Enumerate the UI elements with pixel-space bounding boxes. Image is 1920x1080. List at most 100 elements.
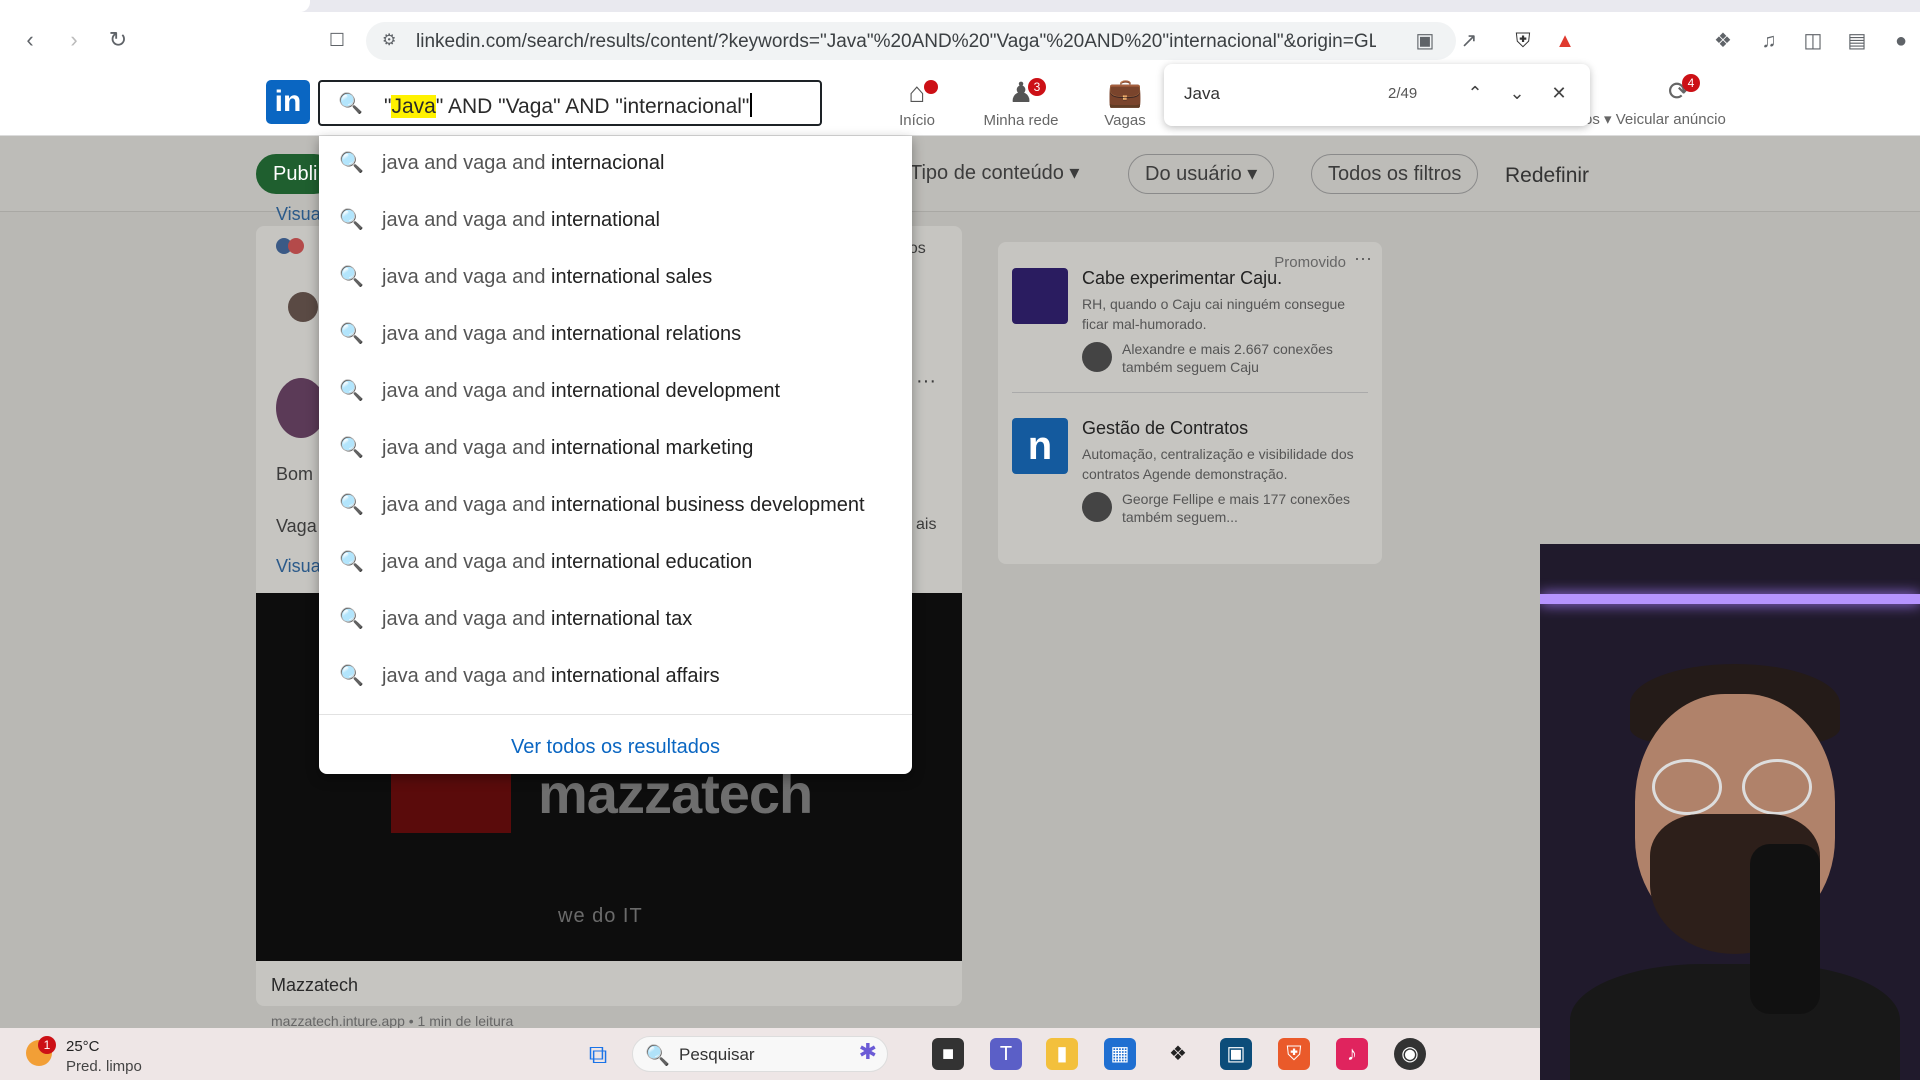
suggestion-item[interactable]: 🔍 java and vaga and international educati…: [319, 535, 912, 592]
obs-icon[interactable]: ◉: [1394, 1038, 1426, 1070]
suggestion-item[interactable]: 🔍 java and vaga and international tax: [319, 592, 912, 649]
suggestion-completion: international relations: [551, 323, 742, 345]
back-icon[interactable]: ‹: [16, 26, 44, 54]
search-icon: 🔍: [645, 1045, 670, 1067]
caret-down-icon: ▾: [1604, 111, 1612, 128]
copilot-icon: ✱: [858, 1039, 877, 1064]
nav-network[interactable]: ♟ Minha rede 3: [976, 76, 1066, 129]
suggestion-item[interactable]: 🔍 java and vaga and international busines…: [319, 478, 912, 535]
file-explorer-icon[interactable]: ▮: [1046, 1038, 1078, 1070]
suggestion-item[interactable]: 🔍 java and vaga and international develop…: [319, 364, 912, 421]
windows-taskbar: 1 25°C Pred. limpo ⧉ 🔍 Pesquisar ✱ ■ T ▮…: [0, 1028, 1540, 1080]
promoted-panel: Promovido ··· Cabe experimentar Caju. RH…: [998, 242, 1382, 564]
post-text-tail: ais: [916, 516, 937, 533]
share-icon[interactable]: ↗: [1456, 28, 1482, 54]
avatar[interactable]: [288, 292, 318, 322]
url-text[interactable]: linkedin.com/search/results/content/?key…: [416, 31, 1376, 53]
promo-ad-contracts[interactable]: n Gestão de Contratos Automação, central…: [1012, 418, 1372, 528]
webcam-body: [1570, 964, 1900, 1080]
search-icon: 🔍: [339, 665, 364, 687]
post-menu-icon[interactable]: ···: [916, 370, 936, 393]
windows-start-icon[interactable]: ⧉: [582, 1038, 614, 1070]
ad-title[interactable]: Cabe experimentar Caju.: [1082, 268, 1282, 289]
teams-icon[interactable]: T: [990, 1038, 1022, 1070]
suggestion-text: java and vaga and international: [382, 209, 660, 232]
suggestion-item[interactable]: 🔍 java and vaga and international affairs: [319, 649, 912, 706]
brave-shield-icon[interactable]: ⛨: [1510, 28, 1536, 54]
suggestion-item[interactable]: 🔍 java and vaga and international: [319, 193, 912, 250]
suggestion-prefix: java and vaga and: [382, 266, 552, 288]
ad-title[interactable]: Gestão de Contratos: [1082, 418, 1248, 439]
see-more-link-2[interactable]: Visua: [276, 556, 321, 577]
vpn-icon[interactable]: ●: [1888, 28, 1914, 54]
article-title[interactable]: Mazzatech: [271, 975, 358, 996]
brave-rewards-icon[interactable]: ▲: [1552, 28, 1578, 54]
home-icon: ⌂: [908, 77, 926, 108]
forward-icon[interactable]: ›: [60, 26, 88, 54]
search-input[interactable]: 🔍 "Java" AND "Vaga" AND "internacional": [318, 80, 822, 126]
see-more-link[interactable]: Visua: [276, 204, 321, 225]
linkedin-logo[interactable]: in: [266, 80, 310, 124]
nav-jobs[interactable]: 💼 Vagas: [1080, 76, 1170, 129]
suggestion-completion: international affairs: [551, 665, 720, 687]
brave-icon[interactable]: ⛨: [1278, 1038, 1310, 1070]
browser-toolbar: ‹ › ↻ ☐ ⚙ linkedin.com/search/results/co…: [0, 0, 1920, 70]
sidebar-icon[interactable]: ◫: [1800, 28, 1826, 54]
webcam-overlay: [1540, 544, 1920, 1080]
promo-ad-caju[interactable]: Cabe experimentar Caju. RH, quando o Caj…: [1012, 268, 1372, 378]
find-count: 2/49: [1388, 85, 1418, 102]
suggestion-item[interactable]: 🔍 java and vaga and international relatio…: [319, 307, 912, 364]
suggestion-prefix: java and vaga and: [382, 209, 552, 231]
zoom-icon[interactable]: ▣: [1412, 28, 1438, 54]
filter-reset[interactable]: Redefinir: [1505, 164, 1589, 188]
search-icon: 🔍: [339, 551, 364, 573]
task-view-icon[interactable]: ■: [932, 1038, 964, 1070]
divider: [319, 714, 912, 715]
suggestion-completion: internacional: [551, 152, 665, 174]
filter-content-type[interactable]: Tipo de conteúdo ▾: [898, 154, 1095, 194]
ads-nav[interactable]: os ▾ Veicular anúncio: [1584, 110, 1726, 128]
search-icon: 🔍: [339, 266, 364, 288]
suggestion-item[interactable]: 🔍 java and vaga and international sales: [319, 250, 912, 307]
search-suggestions: 🔍 java and vaga and internacional 🔍 java a…: [319, 136, 912, 774]
dropbox-icon[interactable]: ❖: [1162, 1038, 1194, 1070]
suggestion-completion: international education: [551, 551, 753, 573]
bookmark-icon[interactable]: ☐: [323, 26, 351, 54]
find-next-icon[interactable]: ⌄: [1504, 80, 1530, 106]
nav-home[interactable]: ⌂ Início: [872, 76, 962, 129]
ad-desc: RH, quando o Caju cai ninguém consegue f…: [1082, 296, 1346, 332]
extensions-icon[interactable]: ❖: [1710, 28, 1736, 54]
suggestion-item[interactable]: 🔍 java and vaga and internacional: [319, 136, 912, 193]
nav-jobs-label: Vagas: [1104, 112, 1146, 129]
editor-icon[interactable]: ▣: [1220, 1038, 1252, 1070]
find-close-icon[interactable]: ✕: [1546, 80, 1572, 106]
site-settings-icon[interactable]: ⚙: [382, 30, 396, 50]
find-bar: Java 2/49 ⌃ ⌄ ✕: [1164, 64, 1590, 126]
address-bar[interactable]: ⚙ linkedin.com/search/results/content/?k…: [366, 22, 1456, 60]
search-icon: 🔍: [339, 152, 364, 174]
promo-menu-icon[interactable]: ···: [1354, 248, 1372, 269]
find-input[interactable]: Java: [1184, 84, 1220, 104]
tiktok-icon[interactable]: ♪: [1336, 1038, 1368, 1070]
suggestion-item[interactable]: 🔍 java and vaga and international marketi…: [319, 421, 912, 478]
caret-down-icon: ▾: [1069, 162, 1080, 184]
query-highlight: Java: [391, 95, 436, 118]
search-icon: 🔍: [339, 380, 364, 402]
find-prev-icon[interactable]: ⌃: [1462, 80, 1488, 106]
suggestion-prefix: java and vaga and: [382, 323, 552, 345]
media-icon[interactable]: ♫: [1756, 28, 1782, 54]
search-query[interactable]: "Java" AND "Vaga" AND "internacional": [384, 93, 753, 119]
active-tab[interactable]: [0, 0, 310, 12]
store-icon[interactable]: ▦: [1104, 1038, 1136, 1070]
reload-icon[interactable]: ↻: [104, 26, 132, 54]
divider: [1012, 392, 1368, 393]
people-icon: ♟: [1008, 77, 1034, 108]
taskbar-search[interactable]: 🔍 Pesquisar ✱: [632, 1036, 888, 1072]
filter-from-user[interactable]: Do usuário ▾: [1128, 154, 1275, 194]
wallet-icon[interactable]: ▤: [1844, 28, 1870, 54]
suggestion-text: java and vaga and international sales: [382, 266, 712, 289]
filter-content-type-label: Tipo de conteúdo: [910, 162, 1064, 184]
see-all-results-link[interactable]: Ver todos os resultados: [319, 736, 912, 759]
search-icon: 🔍: [339, 323, 364, 345]
filter-all[interactable]: Todos os filtros: [1311, 154, 1479, 194]
